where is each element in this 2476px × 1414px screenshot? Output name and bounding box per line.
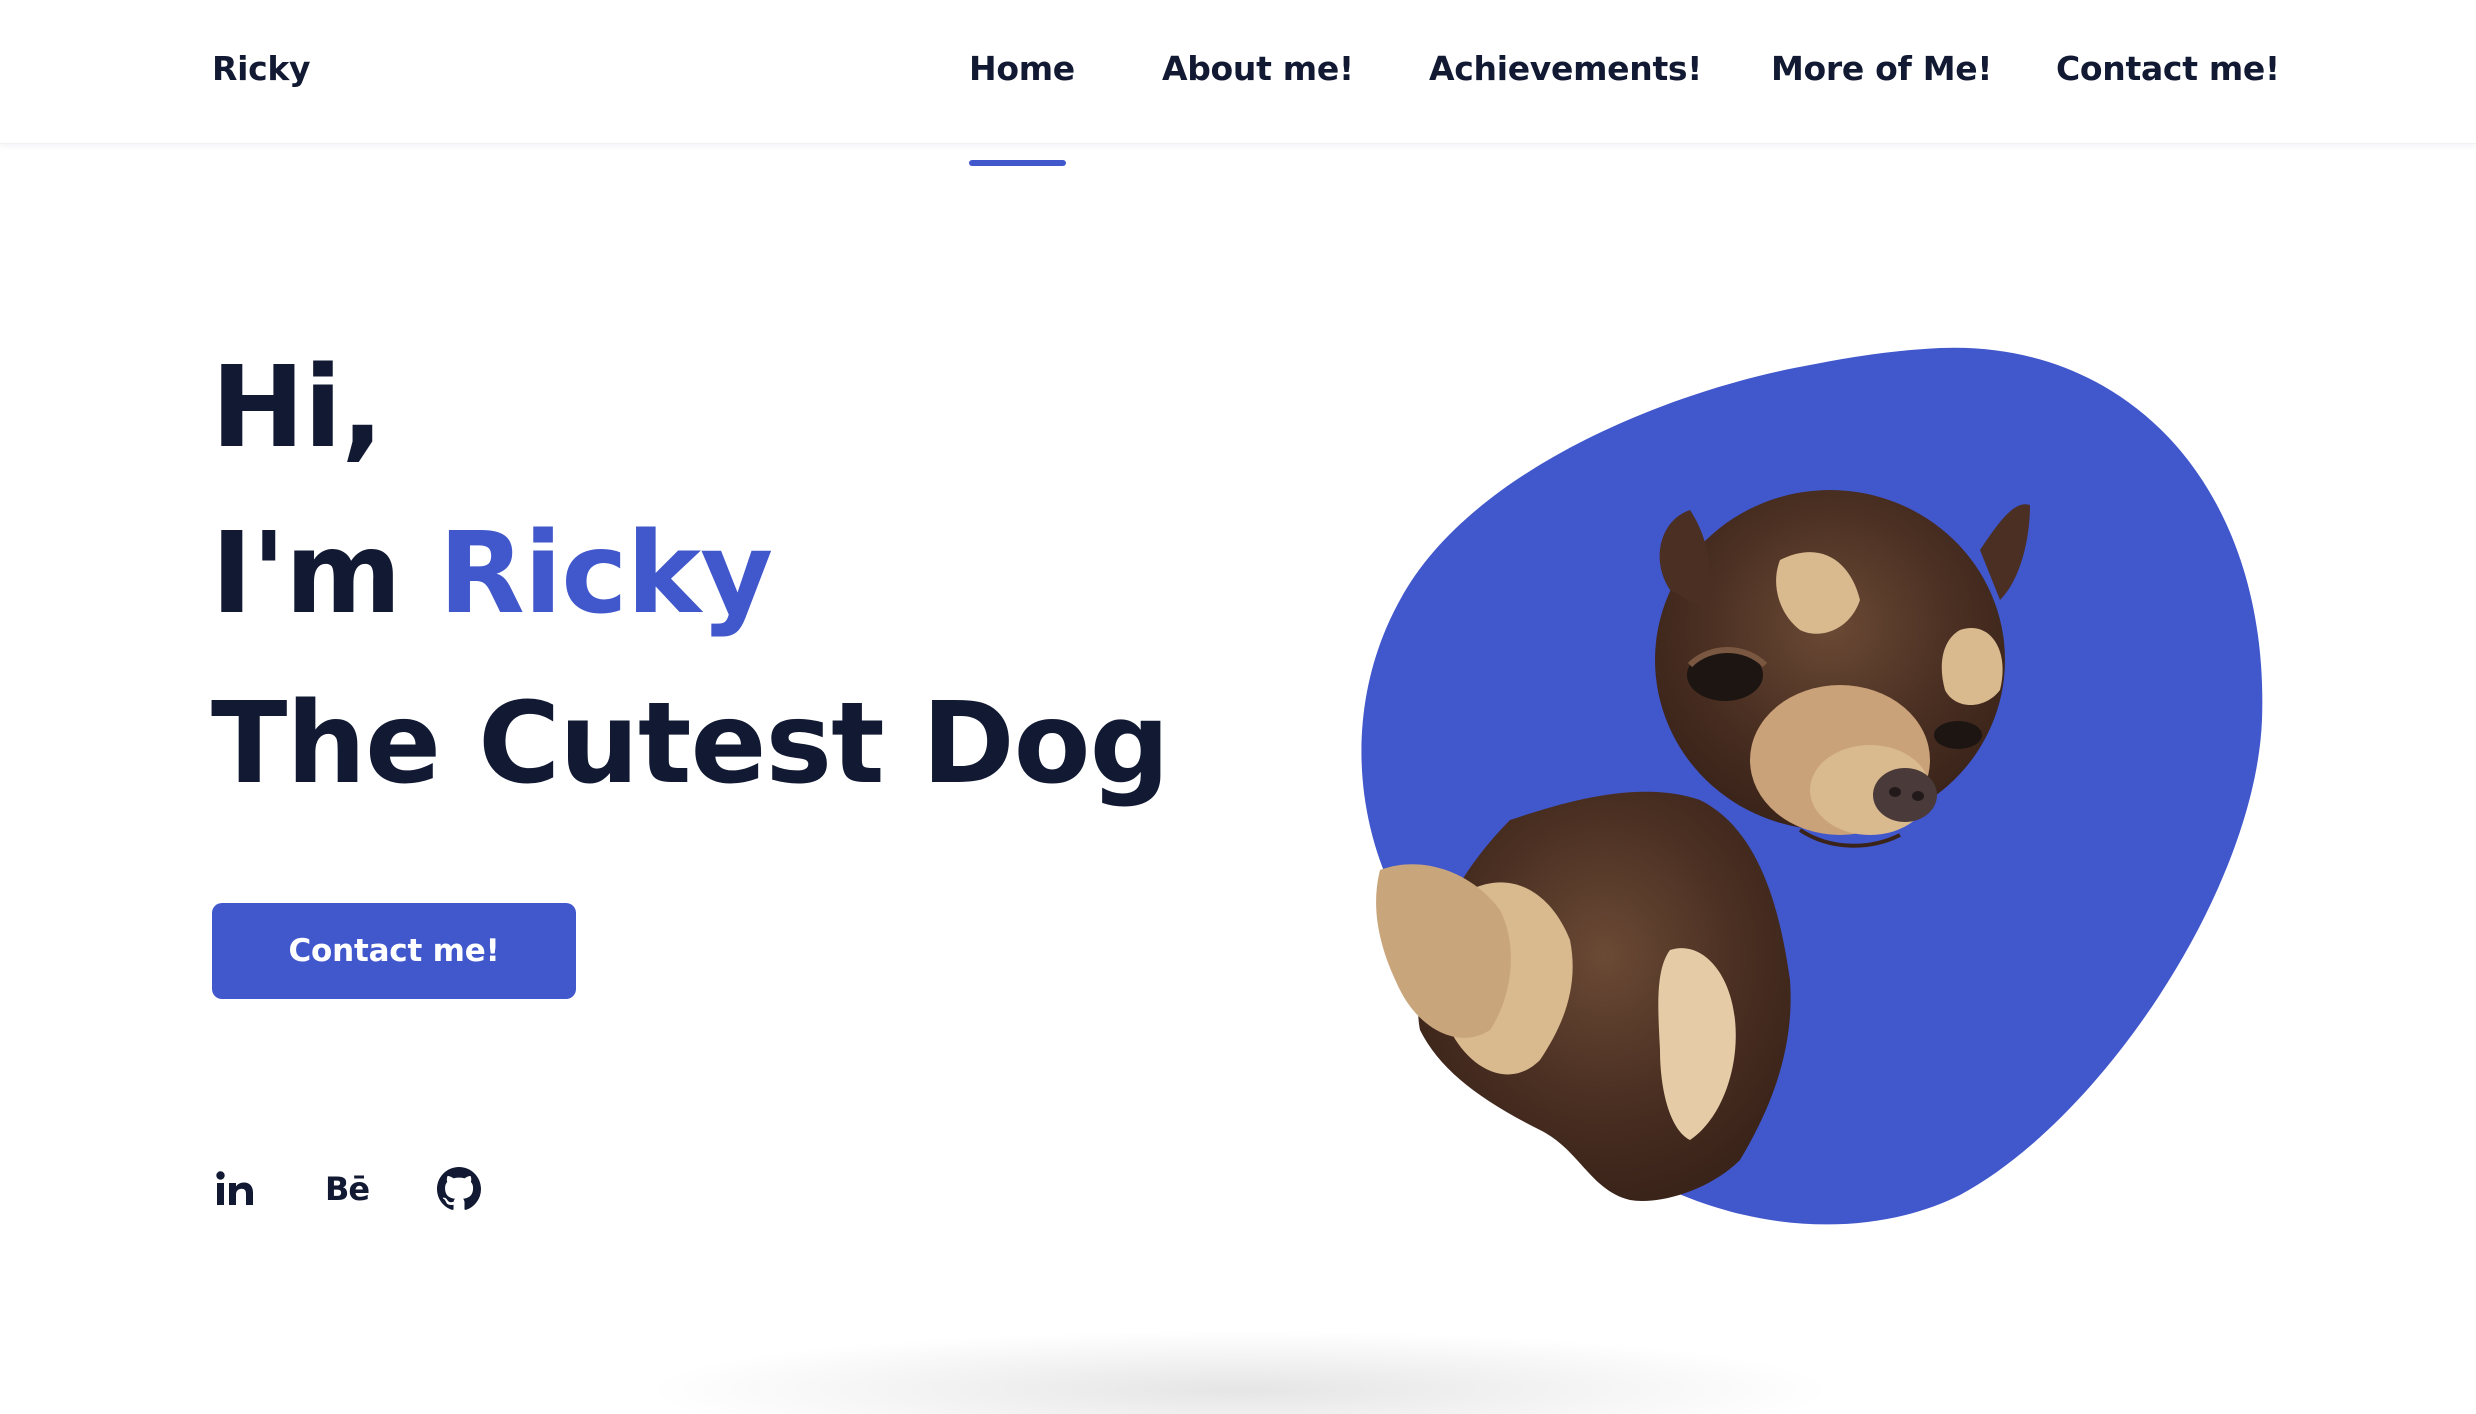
github-icon[interactable] [435, 1165, 483, 1213]
hero-intro-prefix: I'm [211, 509, 439, 639]
hero-name: Ricky [438, 509, 774, 639]
linkedin-icon[interactable] [211, 1165, 259, 1213]
nav-item-contact[interactable]: Contact me! [2056, 49, 2280, 88]
hero-intro: I'm Ricky [211, 518, 773, 630]
section-divider-shadow [640, 1330, 1840, 1414]
behance-glyph: Bē [324, 1170, 370, 1208]
main-nav: Home About me! Achievements! More of Me!… [0, 49, 2476, 166]
site-header: Ricky Home About me! Achievements! More … [0, 0, 2476, 166]
nav-item-home[interactable]: Home [969, 49, 1075, 88]
hero-tagline: The Cutest Dog [211, 679, 1170, 809]
blob-backdrop [1361, 347, 2263, 1225]
hero-greeting: Hi, [211, 343, 384, 473]
page: Ricky Home About me! Achievements! More … [0, 0, 2476, 1414]
active-nav-indicator [969, 160, 1066, 166]
nav-item-about[interactable]: About me! [1162, 49, 1354, 88]
contact-me-button[interactable]: Contact me! [212, 903, 576, 999]
nav-item-achievements[interactable]: Achievements! [1429, 49, 1702, 88]
social-links: Bē [0, 1165, 600, 1215]
nav-item-more-of-me[interactable]: More of Me! [1771, 49, 1992, 88]
behance-icon[interactable]: Bē [323, 1165, 371, 1213]
hero-illustration [1340, 330, 2290, 1250]
